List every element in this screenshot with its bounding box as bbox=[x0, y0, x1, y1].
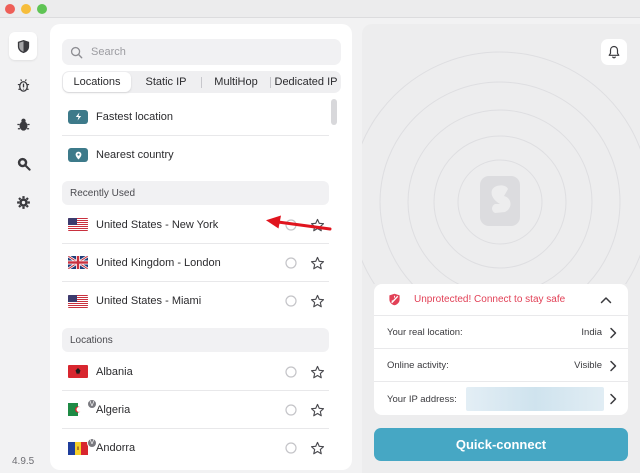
favorite-star-icon[interactable] bbox=[310, 256, 325, 271]
status-message: Unprotected! Connect to stay safe bbox=[414, 294, 566, 305]
list-scrollbar[interactable] bbox=[331, 99, 337, 125]
location-label: Andorra bbox=[96, 442, 136, 454]
ip-address-redacted bbox=[466, 387, 604, 411]
bell-icon bbox=[608, 45, 620, 59]
surfshark-logo-icon bbox=[480, 176, 520, 226]
locations-panel: Locations Static IP MultiHop Dedicated I… bbox=[50, 24, 352, 470]
location-row-algeria[interactable]: V Algeria bbox=[62, 391, 329, 429]
server-load-icon bbox=[285, 404, 297, 416]
locations-header: Locations bbox=[62, 328, 329, 352]
location-label: United States - Miami bbox=[96, 295, 202, 307]
info-key: Your real location: bbox=[387, 327, 463, 338]
app-version: 4.9.5 bbox=[12, 456, 35, 467]
favorite-star-icon[interactable] bbox=[310, 365, 325, 380]
sidebar: 4.9.5 bbox=[0, 19, 46, 473]
server-load-icon bbox=[285, 257, 297, 269]
location-tabs: Locations Static IP MultiHop Dedicated I… bbox=[62, 71, 341, 93]
minimize-window-button[interactable] bbox=[21, 4, 31, 14]
unprotected-shield-icon bbox=[389, 293, 400, 306]
search-input[interactable] bbox=[91, 46, 321, 58]
search-box[interactable] bbox=[62, 39, 341, 65]
lightning-icon bbox=[68, 109, 88, 124]
sidebar-item-settings[interactable] bbox=[9, 188, 37, 216]
chevron-right-icon bbox=[610, 327, 617, 339]
nearest-country-option[interactable]: Nearest country bbox=[62, 136, 329, 174]
shield-icon bbox=[17, 39, 29, 53]
server-load-icon bbox=[285, 295, 297, 307]
chevron-right-icon bbox=[610, 393, 617, 405]
us-flag-icon bbox=[68, 294, 88, 308]
algeria-flag-icon: V bbox=[68, 399, 97, 416]
location-label: United Kingdom - London bbox=[96, 256, 221, 269]
sidebar-item-vpn[interactable] bbox=[9, 32, 37, 60]
favorite-star-icon[interactable] bbox=[310, 403, 325, 418]
connection-panel: Unprotected! Connect to stay safe Your r… bbox=[362, 24, 640, 473]
info-value: Visible bbox=[574, 360, 602, 371]
sidebar-item-search[interactable] bbox=[9, 149, 37, 177]
chevron-up-icon[interactable] bbox=[600, 294, 612, 306]
location-row-uk-london[interactable]: United Kingdom - London bbox=[62, 244, 329, 282]
annotation-arrow-icon bbox=[266, 215, 332, 231]
favorite-star-icon[interactable] bbox=[310, 294, 325, 309]
virtual-location-badge: V bbox=[87, 437, 97, 448]
surfshark-rings-graphic bbox=[362, 51, 640, 284]
zoom-window-button[interactable] bbox=[37, 4, 47, 14]
us-flag-icon bbox=[68, 218, 88, 231]
location-row-us-miami[interactable]: United States - Miami bbox=[62, 282, 329, 320]
info-key: Your IP address: bbox=[387, 393, 457, 405]
tab-multihop[interactable]: MultiHop bbox=[202, 72, 270, 92]
tab-dedicated-ip[interactable]: Dedicated IP bbox=[271, 72, 341, 92]
option-label: Fastest location bbox=[96, 110, 174, 123]
location-pin-icon bbox=[68, 148, 88, 162]
sidebar-item-antivirus[interactable] bbox=[9, 110, 37, 138]
chevron-right-icon bbox=[610, 360, 617, 372]
notifications-button[interactable] bbox=[601, 39, 627, 65]
server-load-icon bbox=[285, 442, 297, 454]
tab-locations[interactable]: Locations bbox=[63, 72, 131, 92]
search-zoom-icon bbox=[17, 157, 31, 171]
option-label: Nearest country bbox=[96, 149, 174, 161]
quick-connect-button[interactable]: Quick-connect bbox=[374, 428, 628, 461]
search-icon bbox=[70, 46, 83, 58]
bug-icon bbox=[16, 118, 30, 131]
protection-status-card: Unprotected! Connect to stay safe Your r… bbox=[374, 284, 628, 415]
info-key: Online activity: bbox=[387, 360, 449, 371]
location-row-albania[interactable]: Albania bbox=[62, 353, 329, 391]
window-titlebar bbox=[0, 0, 640, 18]
tab-static-ip[interactable]: Static IP bbox=[131, 72, 201, 92]
fastest-location-option[interactable]: Fastest location bbox=[62, 98, 329, 136]
real-location-row[interactable]: Your real location: India bbox=[374, 317, 628, 349]
close-window-button[interactable] bbox=[5, 4, 15, 14]
location-label: Algeria bbox=[96, 403, 131, 416]
uk-flag-icon bbox=[68, 256, 88, 269]
andorra-flag-icon: V bbox=[68, 437, 97, 455]
favorite-star-icon[interactable] bbox=[310, 441, 325, 456]
location-row-andorra[interactable]: V Andorra bbox=[62, 429, 329, 467]
server-load-icon bbox=[285, 366, 297, 378]
online-activity-row[interactable]: Online activity: Visible bbox=[374, 350, 628, 382]
recently-used-header: Recently Used bbox=[62, 181, 329, 205]
ip-address-row[interactable]: Your IP address: bbox=[374, 383, 628, 415]
bug-alert-icon bbox=[17, 78, 29, 92]
location-label: United States - New York bbox=[96, 218, 219, 231]
albania-flag-icon bbox=[68, 365, 88, 378]
virtual-location-badge: V bbox=[87, 399, 97, 409]
gear-icon bbox=[16, 195, 30, 209]
sidebar-item-alert[interactable] bbox=[9, 71, 37, 99]
info-value: India bbox=[581, 327, 602, 338]
status-header[interactable]: Unprotected! Connect to stay safe bbox=[374, 284, 628, 316]
location-label: Albania bbox=[96, 365, 133, 378]
